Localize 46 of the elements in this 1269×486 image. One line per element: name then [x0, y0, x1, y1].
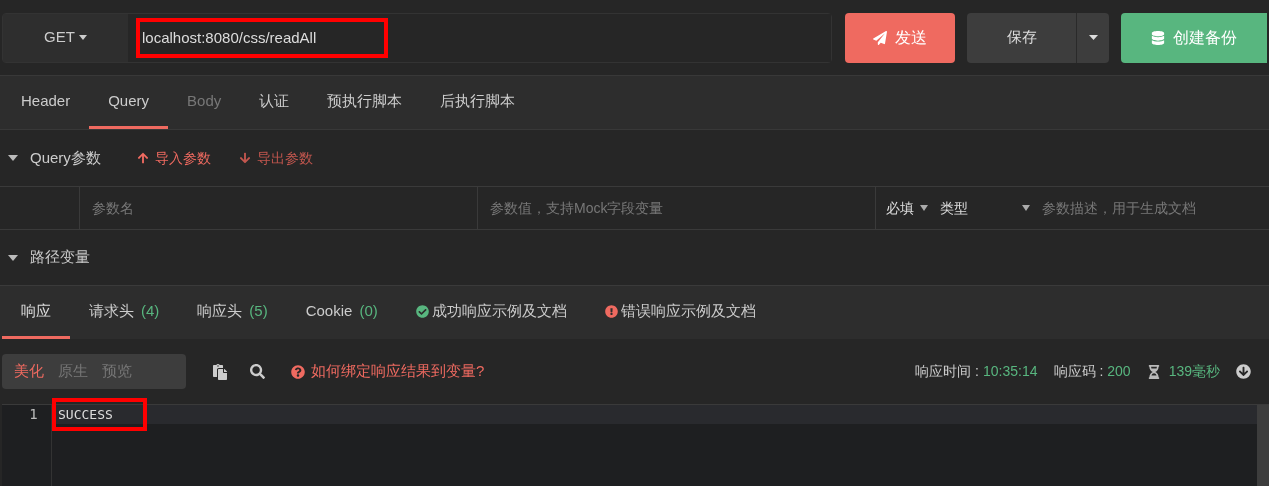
- caret-icon: [1022, 205, 1030, 211]
- export-params-link[interactable]: 导出参数: [238, 147, 313, 169]
- response-time-label: 响应时间 :: [915, 362, 979, 381]
- copy-icon[interactable]: [212, 363, 228, 380]
- param-name-field[interactable]: 参数名: [80, 187, 478, 229]
- section-title: Query参数: [30, 147, 101, 168]
- view-mode-tab[interactable]: 美化: [14, 360, 44, 383]
- caret-icon[interactable]: [8, 155, 18, 161]
- response-tab[interactable]: 请求头 (4): [70, 286, 179, 339]
- type-dropdown[interactable]: 类型: [940, 197, 1030, 219]
- request-tab[interactable]: 预执行脚本: [308, 76, 422, 129]
- response-time-value: 10:35:14: [983, 362, 1038, 381]
- response-tab[interactable]: 响应: [2, 286, 70, 339]
- help-link[interactable]: 如何绑定响应结果到变量?: [291, 360, 485, 383]
- caret-icon: [78, 35, 87, 40]
- response-tab[interactable]: 错误响应示例及文档: [585, 286, 775, 339]
- status-code-label: 响应码 :: [1053, 362, 1104, 381]
- method-dropdown[interactable]: GET: [3, 13, 128, 62]
- question-icon: [291, 364, 305, 379]
- caret-icon: [1088, 35, 1098, 40]
- caret-icon: [920, 205, 928, 211]
- duration-value: 139毫秒: [1168, 362, 1220, 381]
- caret-icon[interactable]: [8, 254, 18, 261]
- paper-plane-icon: [873, 30, 887, 45]
- response-tab[interactable]: Cookie (0): [286, 286, 397, 339]
- status-code-value: 200: [1107, 362, 1131, 381]
- scrollbar[interactable]: [1257, 405, 1269, 486]
- download-icon[interactable]: [1236, 364, 1251, 379]
- response-tab[interactable]: 响应头 (5): [178, 286, 287, 339]
- param-description-field[interactable]: 参数描述，用于生成文档: [1042, 197, 1269, 219]
- request-tab[interactable]: 后执行脚本: [421, 76, 535, 129]
- arrow-down-icon: [238, 152, 251, 164]
- request-tab[interactable]: 认证: [240, 76, 309, 129]
- import-params-link[interactable]: 导入参数: [136, 147, 211, 169]
- database-icon: [1151, 30, 1165, 45]
- request-tab[interactable]: Header: [2, 76, 90, 129]
- hourglass-icon: [1146, 364, 1161, 379]
- request-tab[interactable]: Query: [89, 76, 169, 129]
- section-title: 路径变量: [30, 247, 90, 268]
- required-dropdown[interactable]: 必填: [886, 197, 928, 219]
- line-number: 1: [28, 405, 38, 424]
- arrow-up-icon: [136, 152, 149, 164]
- search-icon[interactable]: [250, 364, 265, 379]
- response-tab[interactable]: 成功响应示例及文档: [396, 286, 586, 339]
- param-value-field[interactable]: 参数值，支持Mock字段变量: [478, 187, 876, 229]
- code-line: SUCCESS: [58, 407, 114, 423]
